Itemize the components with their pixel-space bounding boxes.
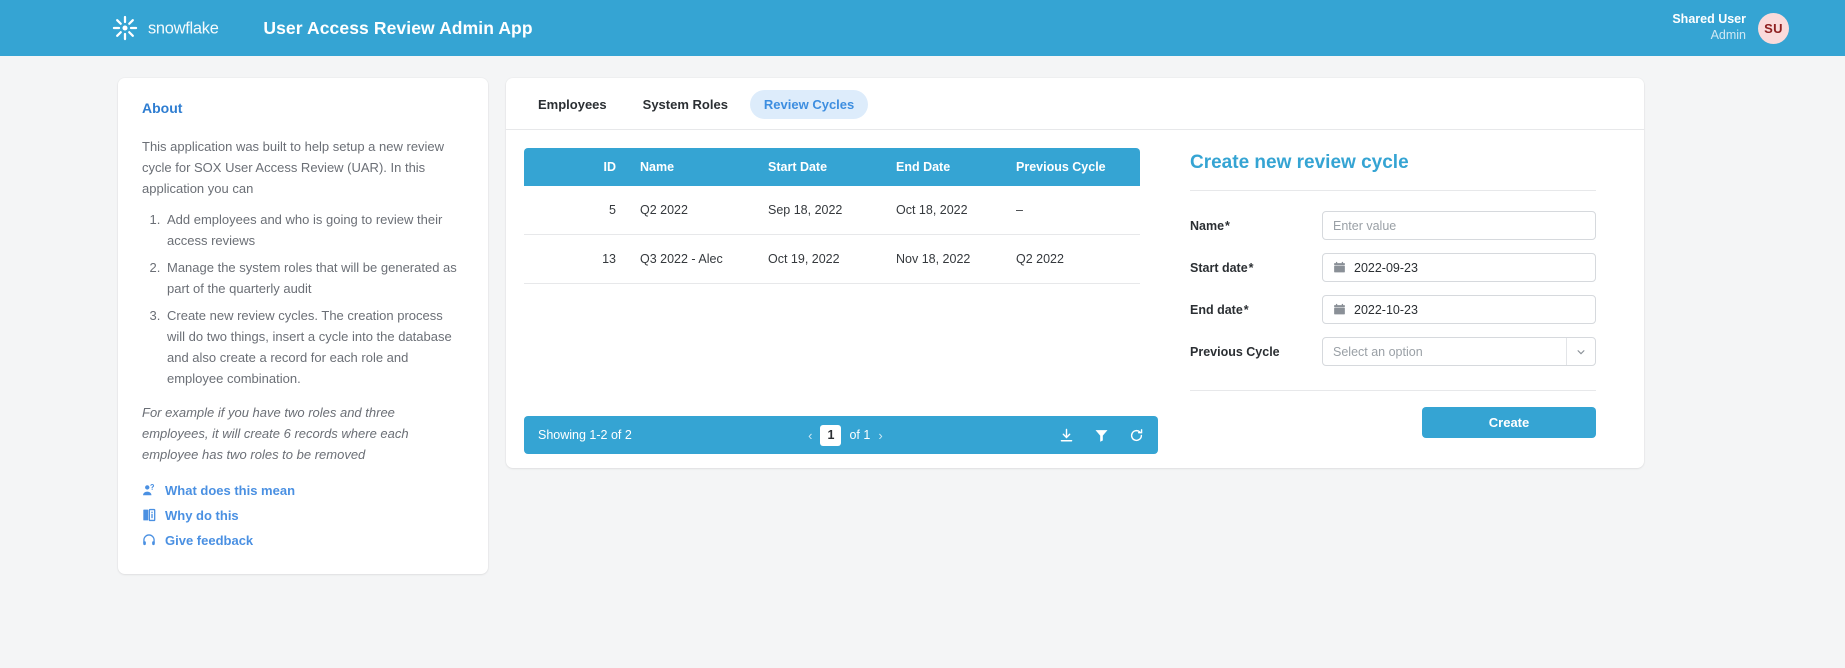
refresh-icon[interactable] (1129, 428, 1144, 443)
app-title: User Access Review Admin App (263, 17, 533, 38)
required-marker: * (1225, 218, 1230, 233)
cell-start-date: Oct 19, 2022 (760, 234, 888, 284)
form-row-start-date: Start date* 2022-09-23 (1190, 253, 1596, 282)
filter-icon[interactable] (1094, 428, 1109, 443)
content-row: ID Name Start Date End Date Previous Cyc… (506, 130, 1644, 454)
tab-employees[interactable]: Employees (524, 90, 621, 119)
user-menu[interactable]: Shared User Admin SU (1672, 12, 1789, 44)
download-icon[interactable] (1059, 428, 1074, 443)
table-row[interactable]: 13 Q3 2022 - Alec Oct 19, 2022 Nov 18, 2… (524, 234, 1140, 284)
label-name: Name* (1190, 218, 1230, 233)
tab-review-cycles[interactable]: Review Cycles (749, 90, 869, 119)
about-steps-list: Add employees and who is going to review… (142, 209, 464, 389)
calendar-icon (1333, 303, 1346, 316)
form-divider (1190, 190, 1596, 191)
previous-cycle-placeholder: Select an option (1333, 344, 1423, 359)
link-give-feedback[interactable]: Give feedback (142, 533, 464, 548)
avatar[interactable]: SU (1758, 12, 1789, 44)
form-row-name: Name* Enter value (1190, 211, 1596, 240)
form-row-previous-cycle: Previous Cycle Select an option (1190, 337, 1596, 366)
review-cycles-table: ID Name Start Date End Date Previous Cyc… (524, 148, 1140, 284)
cell-start-date: Sep 18, 2022 (760, 186, 888, 235)
cell-previous-cycle: Q2 2022 (1008, 234, 1140, 284)
review-cycles-table-wrap: ID Name Start Date End Date Previous Cyc… (506, 130, 1140, 416)
required-marker: * (1248, 260, 1254, 275)
column-header-id[interactable]: ID (524, 148, 632, 186)
people-question-icon (142, 483, 156, 497)
form-row-end-date: End date* 2022-10-23 (1190, 295, 1596, 324)
total-pages-label: of 1 (849, 428, 871, 442)
about-title: About (142, 100, 183, 116)
cell-end-date: Nov 18, 2022 (888, 234, 1008, 284)
cell-end-date: Oct 18, 2022 (888, 186, 1008, 235)
tab-system-roles[interactable]: System Roles (629, 90, 742, 119)
end-date-input[interactable]: 2022-10-23 (1322, 295, 1596, 324)
previous-cycle-select[interactable]: Select an option (1322, 337, 1596, 366)
current-page-input[interactable]: 1 (820, 424, 842, 446)
svg-text:snowflake: snowflake (148, 19, 219, 37)
showing-count: Showing 1-2 of 2 (538, 428, 632, 442)
about-links: What does this mean Why do this Give fee… (142, 483, 464, 548)
table-body: 5 Q2 2022 Sep 18, 2022 Oct 18, 2022 – 13… (524, 186, 1140, 284)
user-role: Admin (1710, 28, 1746, 42)
table-row[interactable]: 5 Q2 2022 Sep 18, 2022 Oct 18, 2022 – (524, 186, 1140, 235)
table-footer: Showing 1-2 of 2 ‹ 1 of 1 › (524, 416, 1158, 454)
app-header: snowflake User Access Review Admin App S… (0, 0, 1845, 56)
pagination: ‹ 1 of 1 › (808, 424, 883, 446)
link-label: Give feedback (165, 532, 254, 548)
chevron-down-icon[interactable] (1566, 338, 1595, 365)
snowflake-logo-icon (112, 15, 138, 41)
cell-id: 5 (524, 186, 632, 235)
about-step: Create new review cycles. The creation p… (164, 305, 464, 389)
about-panel: About This application was built to help… (118, 78, 488, 574)
brand-wordmark: snowflake (148, 19, 253, 38)
main-panel: Employees System Roles Review Cycles ID … (506, 78, 1644, 468)
brand: snowflake (112, 15, 253, 41)
cell-previous-cycle: – (1008, 186, 1140, 235)
link-label: Why do this (165, 507, 239, 523)
label-end-date: End date* (1190, 302, 1249, 317)
end-date-value: 2022-10-23 (1354, 302, 1418, 317)
create-button[interactable]: Create (1422, 407, 1596, 438)
table-empty-space (524, 284, 1140, 416)
next-page-button[interactable]: › (878, 429, 882, 442)
label-start-date: Start date* (1190, 260, 1254, 275)
table-section: ID Name Start Date End Date Previous Cyc… (506, 130, 1158, 454)
footer-actions (1059, 428, 1144, 443)
create-review-cycle-form: Create new review cycle Name* Enter valu… (1158, 130, 1644, 438)
table-head: ID Name Start Date End Date Previous Cyc… (524, 148, 1140, 186)
cell-name: Q3 2022 - Alec (632, 234, 760, 284)
label-previous-cycle: Previous Cycle (1190, 344, 1280, 359)
link-why-do-this[interactable]: Why do this (142, 508, 464, 523)
book-info-icon (142, 508, 156, 522)
required-marker: * (1243, 302, 1249, 317)
user-name: Shared User (1672, 12, 1746, 27)
about-note: For example if you have two roles and th… (142, 404, 409, 462)
column-header-name[interactable]: Name (632, 148, 760, 186)
column-header-end-date[interactable]: End Date (888, 148, 1008, 186)
about-step: Add employees and who is going to review… (164, 209, 464, 251)
form-title: Create new review cycle (1190, 152, 1409, 173)
headset-icon (142, 533, 156, 547)
form-bottom-divider (1190, 390, 1596, 391)
link-what-does-this-mean[interactable]: What does this mean (142, 483, 464, 498)
prev-page-button[interactable]: ‹ (808, 429, 812, 442)
about-step: Manage the system roles that will be gen… (164, 257, 464, 299)
start-date-input[interactable]: 2022-09-23 (1322, 253, 1596, 282)
column-header-previous-cycle[interactable]: Previous Cycle (1008, 148, 1140, 186)
cell-name: Q2 2022 (632, 186, 760, 235)
form-actions: Create (1190, 407, 1596, 438)
table-header-row: ID Name Start Date End Date Previous Cyc… (524, 148, 1140, 186)
tab-bar: Employees System Roles Review Cycles (506, 78, 1644, 130)
name-input[interactable]: Enter value (1322, 211, 1596, 240)
cell-id: 13 (524, 234, 632, 284)
name-input-placeholder: Enter value (1333, 218, 1397, 233)
user-info: Shared User Admin (1672, 12, 1746, 43)
column-header-start-date[interactable]: Start Date (760, 148, 888, 186)
link-label: What does this mean (165, 482, 296, 498)
page-body: About This application was built to help… (0, 56, 1845, 574)
start-date-value: 2022-09-23 (1354, 260, 1418, 275)
about-intro: This application was built to help setup… (142, 139, 445, 197)
calendar-icon (1333, 261, 1346, 274)
